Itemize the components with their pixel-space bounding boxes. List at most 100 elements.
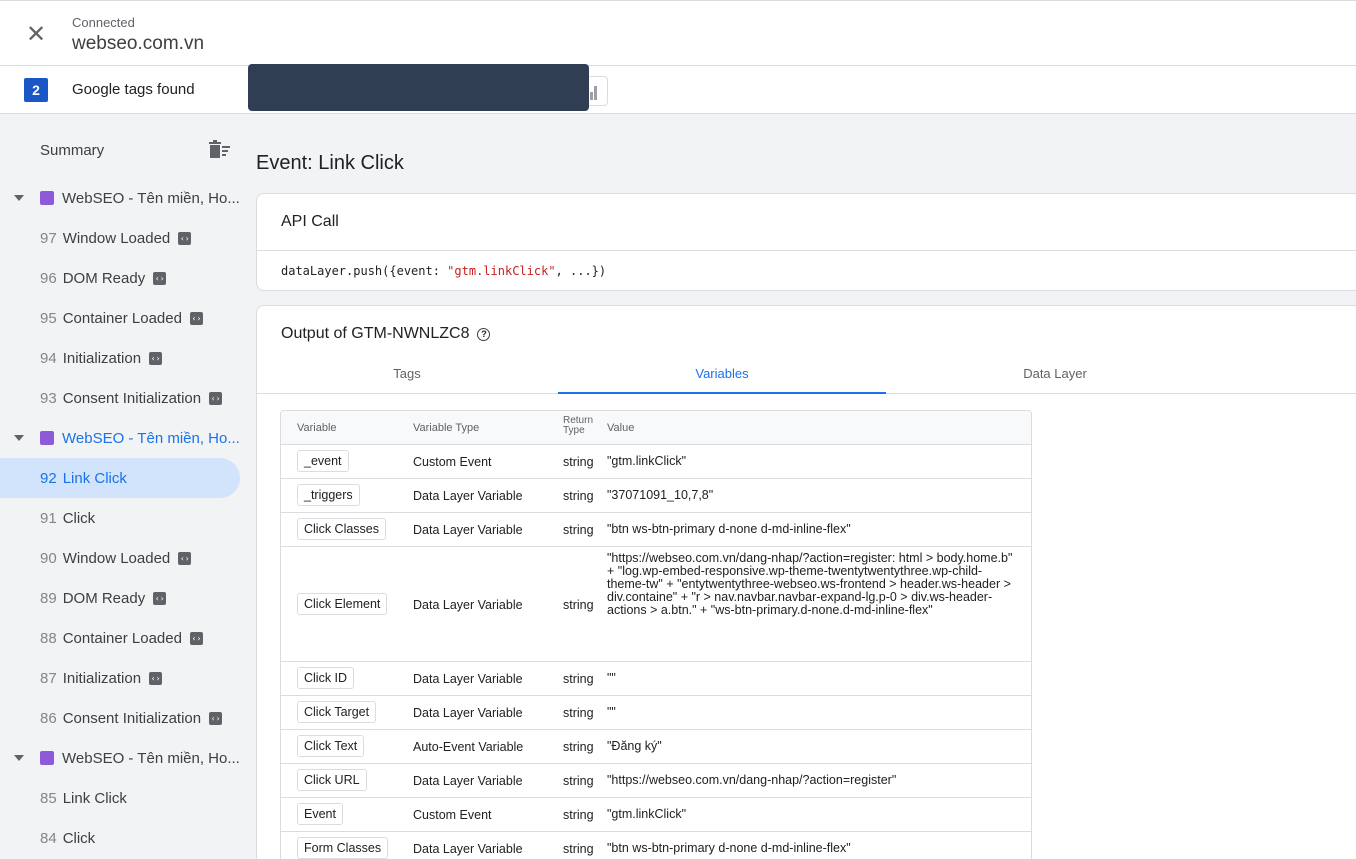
container-icon: [40, 431, 54, 445]
api-call-code: dataLayer.push({event: "gtm.linkClick", …: [281, 264, 606, 278]
close-icon[interactable]: ✕: [22, 21, 50, 49]
api-call-heading: API Call: [281, 213, 339, 230]
output-heading: Output of GTM-NWNLZC8?: [281, 325, 491, 343]
event-label: Initialization: [62, 669, 142, 687]
divider: [257, 250, 1356, 251]
event-label: DOM Ready: [62, 269, 146, 287]
sidebar-container-group[interactable]: WebSEO - Tên miền, Ho...: [0, 738, 240, 778]
code-icon: ‹›: [209, 391, 223, 405]
sidebar-event-item[interactable]: 90 Window Loaded ‹›: [0, 538, 240, 578]
clear-messages-icon[interactable]: [208, 140, 232, 160]
table-row: _triggers Data Layer Variable string "37071…: [281, 478, 1031, 512]
variable-type: Data Layer Variable: [413, 842, 523, 856]
event-number: 94: [40, 349, 57, 367]
event-number: 86: [40, 709, 57, 727]
sidebar-event-item[interactable]: 89 DOM Ready ‹›: [0, 578, 240, 618]
table-row: Click ID Data Layer Variable string "": [281, 661, 1031, 695]
event-number: 97: [40, 229, 57, 247]
event-label: Link Click: [62, 469, 127, 487]
container-icon: [40, 751, 54, 765]
sidebar-event-item[interactable]: 88 Container Loaded ‹›: [0, 618, 240, 658]
sidebar-container-group[interactable]: WebSEO - Tên miền, Ho...: [0, 178, 240, 218]
code-icon: ‹›: [178, 551, 192, 565]
event-label: Window Loaded: [62, 229, 171, 247]
sidebar-event-item[interactable]: 93 Consent Initialization ‹›: [0, 378, 240, 418]
variable-type: Custom Event: [413, 808, 492, 822]
variable-name[interactable]: Click Target: [297, 701, 377, 723]
return-type: string: [563, 706, 594, 720]
event-label: Container Loaded: [62, 629, 182, 647]
sidebar-event-item[interactable]: 84 Click: [0, 818, 240, 858]
code-icon: ‹›: [149, 351, 163, 365]
event-number: 87: [40, 669, 57, 687]
return-type: string: [563, 774, 594, 788]
event-label: Click: [62, 509, 96, 527]
code-icon: ‹›: [189, 311, 203, 325]
variable-name[interactable]: Click URL: [297, 769, 367, 791]
sidebar-event-item[interactable]: 96 DOM Ready ‹›: [0, 258, 240, 298]
output-heading-text: Output of GTM-NWNLZC8: [281, 325, 470, 342]
event-number: 88: [40, 629, 57, 647]
sidebar-event-item[interactable]: 85 Link Click: [0, 778, 240, 818]
table-body: _event Custom Event string "gtm.linkClick" _…: [281, 444, 1031, 859]
event-label: Consent Initialization: [62, 389, 202, 407]
tab-data-layer[interactable]: Data Layer: [887, 360, 1223, 394]
sidebar-event-item[interactable]: 91 Click: [0, 498, 240, 538]
group-title: WebSEO - Tên miền, Ho...: [62, 749, 240, 767]
variable-name[interactable]: Click Element: [297, 593, 388, 615]
tab-variables[interactable]: Variables: [558, 360, 886, 394]
table-row: _event Custom Event string "gtm.linkClick": [281, 444, 1031, 478]
tag-count-badge: 2: [24, 78, 48, 102]
group-title: WebSEO - Tên miền, Ho...: [62, 189, 240, 207]
event-label: Initialization: [62, 349, 142, 367]
variable-type: Data Layer Variable: [413, 774, 523, 788]
sidebar-event-item[interactable]: 92 Link Click: [0, 458, 240, 498]
variable-name[interactable]: Form Classes: [297, 837, 389, 859]
sidebar-event-item[interactable]: 97 Window Loaded ‹›: [0, 218, 240, 258]
variable-type: Data Layer Variable: [413, 489, 523, 503]
variable-name[interactable]: Click Classes: [297, 518, 387, 540]
sidebar-event-item[interactable]: 87 Initialization ‹›: [0, 658, 240, 698]
variable-name[interactable]: Click Text: [297, 735, 365, 757]
table-row: Click Target Data Layer Variable string "": [281, 695, 1031, 729]
event-number: 95: [40, 309, 57, 327]
variable-value: "https://webseo.com.vn/dang-nhap/?action…: [607, 551, 1013, 617]
code-suffix: , ...}): [555, 264, 607, 278]
group-title: WebSEO - Tên miền, Ho...: [62, 429, 240, 447]
table-row: Click URL Data Layer Variable string "https…: [281, 763, 1031, 797]
return-type: string: [563, 842, 594, 856]
output-card: Output of GTM-NWNLZC8? Tags Variables Da…: [256, 305, 1356, 859]
event-number: 90: [40, 549, 57, 567]
event-label: Link Click: [62, 789, 127, 807]
col-variable: Variable: [297, 422, 337, 434]
event-number: 96: [40, 269, 57, 287]
variable-name[interactable]: _triggers: [297, 484, 360, 506]
variable-name[interactable]: Event: [297, 803, 343, 825]
return-type: string: [563, 598, 594, 612]
code-icon: ‹›: [189, 631, 203, 645]
sidebar-container-group[interactable]: WebSEO - Tên miền, Ho...: [0, 418, 240, 458]
sidebar-event-item[interactable]: 94 Initialization ‹›: [0, 338, 240, 378]
return-type: string: [563, 489, 594, 503]
sidebar-event-item[interactable]: 95 Container Loaded ‹›: [0, 298, 240, 338]
page-title: Event: Link Click: [256, 152, 404, 174]
tags-bar: 2 Google tags found: [0, 66, 1356, 114]
code-icon: ‹›: [153, 591, 167, 605]
col-return-type: Return Type: [563, 415, 594, 436]
variable-value: "gtm.linkClick": [607, 454, 687, 468]
col-value: Value: [607, 422, 635, 434]
event-number: 92: [40, 469, 57, 487]
variable-name[interactable]: Click ID: [297, 667, 355, 689]
event-label: DOM Ready: [62, 589, 146, 607]
bar-chart-icon: [590, 84, 600, 100]
sidebar-event-item[interactable]: 86 Consent Initialization ‹›: [0, 698, 240, 738]
event-label: Consent Initialization: [62, 709, 202, 727]
variable-type: Data Layer Variable: [413, 523, 523, 537]
help-icon[interactable]: ?: [477, 328, 491, 341]
variable-value: "37071091_10,7,8": [607, 488, 714, 502]
variable-value: "": [607, 671, 616, 685]
variable-name[interactable]: _event: [297, 450, 349, 472]
summary-link[interactable]: Summary: [40, 142, 104, 159]
event-label: Container Loaded: [62, 309, 182, 327]
tab-tags[interactable]: Tags: [257, 360, 557, 394]
